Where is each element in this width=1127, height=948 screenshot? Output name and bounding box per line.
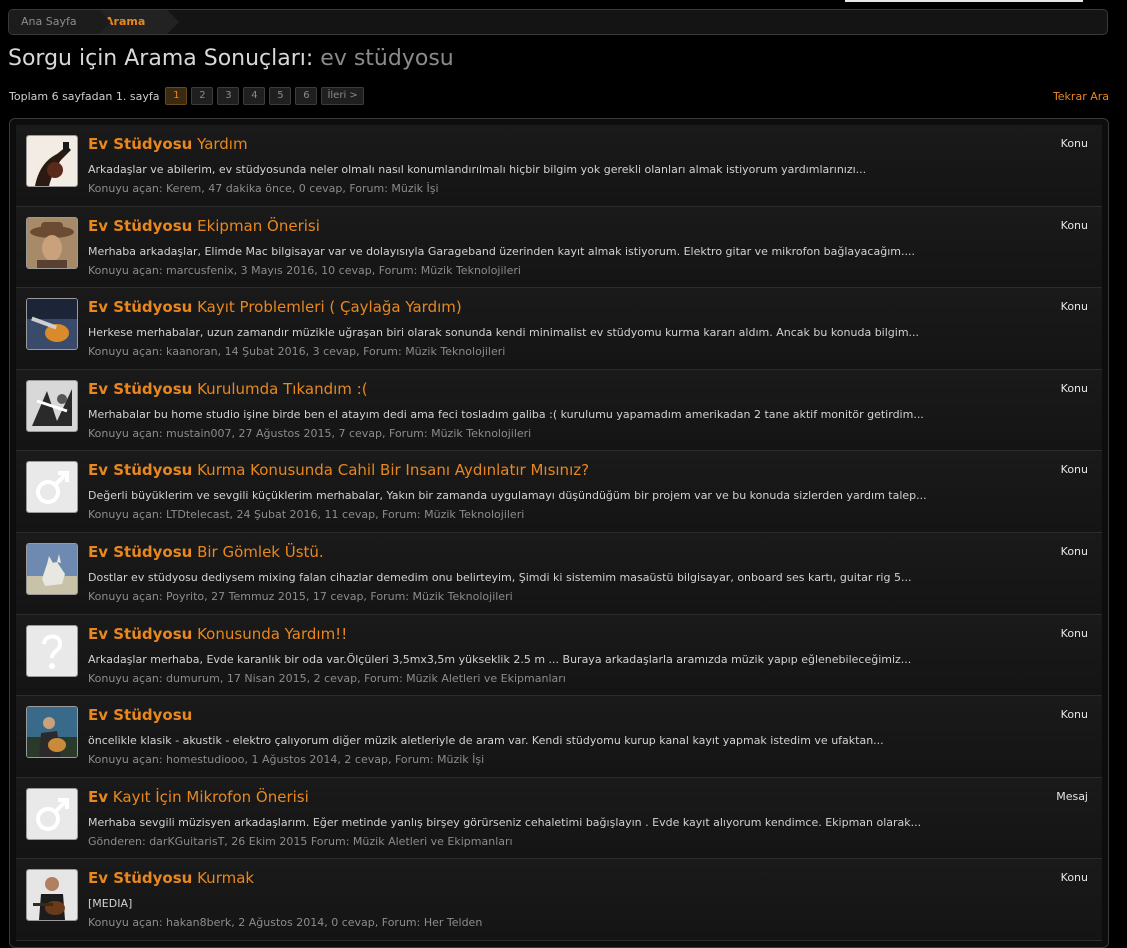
page-title-prefix: Sorgu için Arama Sonuçları: xyxy=(8,46,314,71)
search-result-row: Ev Stüdyosu Kurulumda Tıkandım :( Merhaba… xyxy=(16,369,1102,452)
result-title-highlight: Ev Stüdyosu xyxy=(88,135,193,153)
result-meta: Konuyu açan: Poyrito, 27 Temmuz 2015, 17… xyxy=(88,589,513,603)
result-meta: Gönderen: darKGuitarisT, 26 Ekim 2015 Fo… xyxy=(88,834,513,848)
result-meta: Konuyu açan: hakan8berk, 2 Ağustos 2014,… xyxy=(88,916,483,930)
result-title-highlight: Ev Stüdyosu xyxy=(88,869,193,888)
result-title-highlight: Ev Stüdyosu xyxy=(88,298,193,317)
search-result-row: Ev Stüdyosu Yardım Arkadaşlar ve abilerim… xyxy=(16,125,1102,207)
result-title-link[interactable]: Ev Stüdyosu Bir Gömlek Üstü. xyxy=(88,543,324,561)
result-meta: Konuyu açan: homestudiooo, 1 Ağustos 201… xyxy=(88,753,485,767)
result-snippet: Dostlar ev stüdyosu dediysem mixing fala… xyxy=(88,570,912,584)
user-avatar[interactable] xyxy=(26,298,78,351)
result-type-label: Konu xyxy=(1060,626,1088,640)
result-title-highlight: Ev Stüdyosu xyxy=(88,216,193,235)
pagination-page-1[interactable]: 1 xyxy=(165,87,188,105)
result-title-link[interactable]: Ev Kayıt İçin Mikrofon Önerisi xyxy=(88,788,309,806)
pagination: Toplam 6 sayfadan 1. sayfa 123456 İleri … xyxy=(9,87,364,105)
result-meta: Konuyu açan: marcusfenix, 3 Mayıs 2016, … xyxy=(88,263,521,277)
result-title-highlight: Ev Stüdyosu xyxy=(88,542,193,561)
result-type-label: Konu xyxy=(1060,381,1088,395)
result-type-label: Konu xyxy=(1060,137,1088,150)
result-title-highlight: Ev Stüdyosu xyxy=(88,706,193,725)
result-title-link[interactable]: Ev Stüdyosu Yardım xyxy=(88,135,248,153)
pagination-page-4[interactable]: 4 xyxy=(243,87,266,105)
pagination-page-6[interactable]: 6 xyxy=(295,87,318,105)
search-query: ev stüdyosu xyxy=(320,46,454,71)
result-snippet: [MEDIA] xyxy=(88,897,133,911)
result-meta: Konuyu açan: dumurum, 17 Nisan 2015, 2 c… xyxy=(88,671,566,685)
pagination-page-3[interactable]: 3 xyxy=(217,87,240,105)
result-title-link[interactable]: Ev Stüdyosu Kurmak xyxy=(88,869,254,887)
pagination-next-button[interactable]: İleri > xyxy=(321,87,364,105)
result-title-rest: Konusunda Yardım!! xyxy=(192,624,348,643)
search-result-row: Ev Stüdyosu Bir Gömlek Üstü. Dostlar ev s… xyxy=(16,532,1102,615)
result-title-link[interactable]: Ev Stüdyosu Kayıt Problemleri ( Çaylağa … xyxy=(88,298,462,316)
result-snippet: öncelikle klasik - akustik - elektro çal… xyxy=(88,734,884,748)
result-snippet: Merhabalar bu home studio işine birde be… xyxy=(88,407,924,421)
result-meta: Konuyu açan: LTDtelecast, 24 Şubat 2016,… xyxy=(88,508,525,522)
breadcrumb-home-link[interactable]: Ana Sayfa xyxy=(9,10,111,34)
pagination-label: Toplam 6 sayfadan 1. sayfa xyxy=(9,89,160,103)
result-snippet: Merhaba sevgili müzisyen arkadaşlarım. E… xyxy=(88,815,922,829)
user-avatar[interactable] xyxy=(26,706,78,759)
result-title-link[interactable]: Ev Stüdyosu Kurulumda Tıkandım :( xyxy=(88,380,368,398)
pagination-page-5[interactable]: 5 xyxy=(269,87,292,105)
result-type-label: Konu xyxy=(1060,463,1088,477)
result-title-highlight: Ev Stüdyosu xyxy=(88,379,193,398)
user-avatar[interactable] xyxy=(26,542,78,595)
result-type-label: Konu xyxy=(1060,300,1088,314)
result-type-label: Konu xyxy=(1060,218,1088,232)
result-title-link[interactable]: Ev Stüdyosu Kurma Konusunda Cahil Bir In… xyxy=(88,461,589,479)
search-result-row: Ev Stüdyosu Kayıt Problemleri ( Çaylağa … xyxy=(16,288,1102,370)
result-type-label: Konu xyxy=(1060,544,1088,558)
result-title-rest: Kurma Konusunda Cahil Bir Insanı Aydınla… xyxy=(192,461,590,480)
search-result-row: Ev Stüdyosu Ekipman Önerisi Merhaba arkad… xyxy=(16,206,1102,289)
search-result-row: Ev Stüdyosu Kurma Konusunda Cahil Bir In… xyxy=(16,451,1102,533)
result-snippet: Merhaba arkadaşlar, Elimde Mac bilgisaya… xyxy=(88,244,915,258)
result-snippet: Değerli büyüklerim ve sevgili küçüklerim… xyxy=(88,489,927,503)
user-avatar[interactable] xyxy=(26,379,78,432)
result-title-rest: Kurulumda Tıkandım :( xyxy=(192,379,368,398)
result-snippet: Arkadaşlar merhaba, Evde karanlık bir od… xyxy=(88,652,912,666)
top-search-bar-edge xyxy=(845,0,1083,2)
user-avatar[interactable] xyxy=(26,624,78,677)
page-title: Sorgu için Arama Sonuçları: ev stüdyosu xyxy=(8,46,454,71)
user-avatar[interactable] xyxy=(26,135,78,187)
user-avatar[interactable] xyxy=(26,216,78,269)
result-meta: Konuyu açan: Kerem, 47 dakika önce, 0 ce… xyxy=(88,182,439,195)
user-avatar[interactable] xyxy=(26,869,78,922)
result-type-label: Mesaj xyxy=(1056,789,1088,803)
result-title-highlight: Ev Stüdyosu xyxy=(88,461,193,480)
result-title-highlight: Ev xyxy=(88,787,109,806)
result-title-rest: Yardım xyxy=(192,135,248,153)
result-type-label: Konu xyxy=(1060,708,1088,722)
result-title-link[interactable]: Ev Stüdyosu Ekipman Önerisi xyxy=(88,217,320,235)
result-type-label: Konu xyxy=(1060,871,1088,885)
user-avatar[interactable] xyxy=(26,461,78,514)
search-again-link[interactable]: Tekrar Ara xyxy=(1053,90,1109,103)
search-result-row: Ev Stüdyosu Konusunda Yardım!! Arkadaşlar… xyxy=(16,614,1102,697)
result-title-rest: Kayıt İçin Mikrofon Önerisi xyxy=(108,787,309,806)
result-title-rest: Ekipman Önerisi xyxy=(192,216,320,235)
result-title-rest: Kurmak xyxy=(192,869,255,888)
breadcrumb: Ana Sayfa Arama xyxy=(8,9,1108,35)
result-snippet: Arkadaşlar ve abilerim, ev stüdyosunda n… xyxy=(88,163,867,176)
result-meta: Konuyu açan: kaanoran, 14 Şubat 2016, 3 … xyxy=(88,345,506,359)
search-result-row: Ev Stüdyosu öncelikle klasik - akustik - … xyxy=(16,696,1102,778)
search-result-row: Ev Kayıt İçin Mikrofon Önerisi Merhaba se… xyxy=(16,777,1102,860)
user-avatar[interactable] xyxy=(26,787,78,840)
pagination-pages: 123456 xyxy=(165,87,318,105)
result-title-link[interactable]: Ev Stüdyosu xyxy=(88,706,192,724)
result-meta: Konuyu açan: mustain007, 27 Ağustos 2015… xyxy=(88,426,532,440)
pagination-page-2[interactable]: 2 xyxy=(191,87,214,105)
result-title-rest: Bir Gömlek Üstü. xyxy=(192,542,324,561)
result-title-link[interactable]: Ev Stüdyosu Konusunda Yardım!! xyxy=(88,625,347,643)
result-title-rest: Kayıt Problemleri ( Çaylağa Yardım) xyxy=(192,298,462,317)
result-snippet: Herkese merhabalar, uzun zamandır müzikl… xyxy=(88,326,920,340)
search-results-list: Ev Stüdyosu Yardım Arkadaşlar ve abilerim… xyxy=(9,118,1109,948)
result-title-highlight: Ev Stüdyosu xyxy=(88,624,193,643)
